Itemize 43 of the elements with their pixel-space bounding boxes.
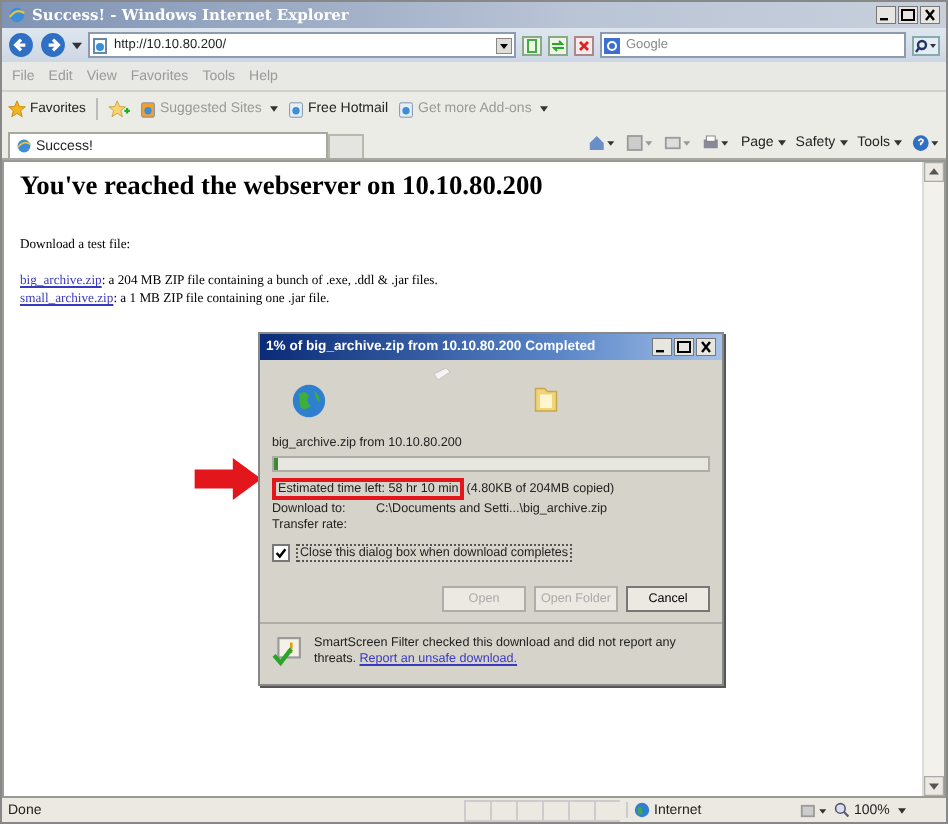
paper-icon — [434, 368, 450, 380]
home-icon[interactable] — [588, 134, 617, 152]
caret-icon[interactable] — [777, 140, 786, 146]
compatibility-icon[interactable] — [522, 35, 542, 55]
globe-icon — [634, 802, 650, 818]
refresh-icon[interactable] — [548, 35, 568, 55]
folder-icon — [534, 384, 558, 414]
page-icon — [92, 37, 108, 53]
stop-icon[interactable] — [574, 35, 594, 55]
page-heading: You've reached the webserver on 10.10.80.200 — [20, 170, 545, 202]
minimize-icon[interactable] — [876, 6, 896, 24]
dropdown-icon[interactable] — [496, 37, 512, 53]
scroll-up-icon[interactable] — [924, 162, 944, 182]
web-page-icon — [287, 101, 304, 117]
print-icon[interactable] — [702, 134, 731, 152]
help-icon[interactable] — [912, 134, 940, 152]
scroll-down-icon[interactable] — [924, 776, 944, 796]
web-page-icon — [398, 101, 415, 117]
search-icon[interactable] — [912, 35, 940, 55]
arrow-icon — [194, 458, 264, 500]
back-icon[interactable] — [8, 32, 34, 58]
magnifier-icon — [834, 802, 850, 818]
protected-mode-icon[interactable] — [800, 801, 828, 819]
maximize-icon[interactable] — [898, 6, 918, 24]
caret-icon[interactable] — [72, 41, 82, 49]
browser-logo-icon — [16, 138, 32, 154]
caret-icon[interactable] — [897, 807, 906, 813]
caret-icon[interactable] — [839, 140, 848, 146]
maximize-icon[interactable] — [674, 338, 694, 356]
shield-check-icon — [272, 636, 302, 666]
web-page-icon — [139, 101, 156, 117]
globe-icon — [292, 384, 326, 418]
browser-logo-icon — [8, 6, 26, 24]
star-icon — [8, 100, 26, 118]
minimize-icon[interactable] — [652, 338, 672, 356]
add-favorite-icon[interactable] — [107, 100, 130, 118]
forward-icon[interactable] — [40, 32, 66, 58]
caret-icon[interactable] — [539, 106, 548, 112]
close-icon[interactable] — [696, 338, 716, 356]
checkbox[interactable] — [272, 544, 290, 562]
caret-icon[interactable] — [894, 140, 902, 146]
caret-icon[interactable] — [269, 106, 278, 112]
close-icon[interactable] — [920, 6, 940, 24]
